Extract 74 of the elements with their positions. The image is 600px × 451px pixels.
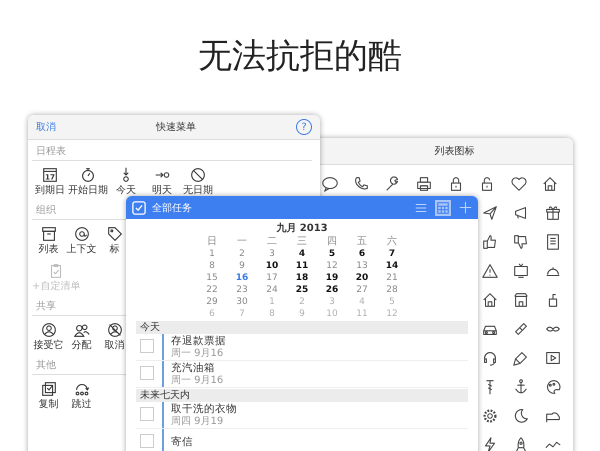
calendar-day[interactable]: 3	[317, 296, 347, 308]
calendar-day[interactable]: 9	[227, 260, 257, 272]
menu-item-label[interactable]: 复制	[38, 398, 58, 411]
calendar-day[interactable]: 6	[347, 248, 377, 260]
calendar-day[interactable]: 29	[197, 296, 227, 308]
calendar-day[interactable]: 12	[377, 308, 407, 320]
task-date: 周四 9月19	[171, 416, 224, 428]
menu-item-label[interactable]: 明天	[152, 184, 172, 197]
task-title[interactable]: 取干洗的衣物	[171, 402, 237, 416]
calendar-day[interactable]: 5	[377, 296, 407, 308]
calendar-day[interactable]: 4	[287, 248, 317, 260]
weekday-label: 五	[356, 236, 368, 248]
calendar-day[interactable]: 4	[347, 296, 377, 308]
calendar-day[interactable]: 17	[257, 272, 287, 284]
calendar-icon[interactable]: 17	[41, 166, 59, 184]
calendar-day[interactable]: 15	[197, 272, 227, 284]
window-title: 快速菜单	[154, 120, 197, 134]
menu-item-label[interactable]: 无日期	[183, 184, 213, 197]
help-button[interactable]: ?	[296, 119, 312, 135]
calendar-day[interactable]: 18	[287, 272, 317, 284]
task-title[interactable]: 寄信	[171, 436, 193, 448]
calendar-day[interactable]: 7	[377, 248, 407, 260]
calendar-day[interactable]: 21	[377, 272, 407, 284]
calendar-day[interactable]: 22	[197, 284, 227, 296]
calendar-month: 九月 2013	[276, 222, 328, 236]
weekday-label: 四	[326, 236, 338, 248]
calendar-day[interactable]: 5	[317, 248, 347, 260]
menu-item-label[interactable]: 接受它	[34, 339, 64, 352]
calendar-day[interactable]: 10	[317, 308, 347, 320]
calendar-day[interactable]: 1	[197, 248, 227, 260]
menu-item-label[interactable]: 上下文	[66, 243, 96, 256]
weekday-label: 三	[296, 236, 308, 248]
menu-item-label[interactable]: 跳过	[72, 398, 92, 411]
weekday-label: 六	[386, 236, 398, 248]
menu-item-label[interactable]: 列表	[38, 243, 58, 256]
headline: 无法抗拒的酷	[197, 35, 403, 78]
calendar-day[interactable]: 26	[317, 284, 347, 296]
calendar-day[interactable]: 23	[227, 284, 257, 296]
calendar-day[interactable]: 11	[287, 260, 317, 272]
calendar-day[interactable]: 30	[227, 296, 257, 308]
calendar-day[interactable]: 19	[317, 272, 347, 284]
menu-item-label[interactable]: 取消	[104, 339, 124, 352]
weekday-label: 一	[236, 236, 248, 248]
menu-item-label[interactable]: 分配	[72, 339, 92, 352]
menu-item-label[interactable]: 标	[110, 243, 120, 256]
calendar-day[interactable]: 1	[257, 296, 287, 308]
calendar-day[interactable]: 28	[377, 284, 407, 296]
task-title[interactable]: 存退款票据	[171, 334, 226, 348]
window-title: 全部任务	[152, 202, 192, 214]
task-title[interactable]: 充汽油箱	[171, 362, 224, 374]
calendar-day[interactable]: 12	[317, 260, 347, 272]
calendar-day[interactable]: 10	[257, 260, 287, 272]
calendar-day[interactable]: 25	[287, 284, 317, 296]
calendar-day[interactable]: 3	[257, 248, 287, 260]
section-title: 日程表	[32, 140, 312, 161]
cancel-button[interactable]: 取消	[36, 120, 56, 134]
window-title: 列表图标	[434, 144, 474, 158]
weekday-label: 日	[206, 236, 218, 248]
calendar-day[interactable]: 16	[227, 272, 257, 284]
calendar-day[interactable]: 2	[227, 248, 257, 260]
weekday-label: 二	[266, 236, 278, 248]
calendar-day[interactable]: 8	[197, 260, 227, 272]
calendar-day[interactable]: 11	[347, 308, 377, 320]
calendar-day[interactable]: 24	[257, 284, 287, 296]
task-date: 周一 9月16	[171, 374, 224, 386]
menu-item-label[interactable]: 到期日	[35, 184, 65, 197]
calendar-day[interactable]: 14	[377, 260, 407, 272]
calendar-day[interactable]: 13	[347, 260, 377, 272]
calendar-day[interactable]: 20	[347, 272, 377, 284]
menu-item-label[interactable]: 开始日期	[68, 184, 108, 197]
calendar-day[interactable]: 27	[347, 284, 377, 296]
section-header: 今天	[136, 321, 468, 334]
section-header: 未来七天内	[136, 389, 468, 402]
menu-item-label[interactable]: 今天	[116, 184, 136, 197]
